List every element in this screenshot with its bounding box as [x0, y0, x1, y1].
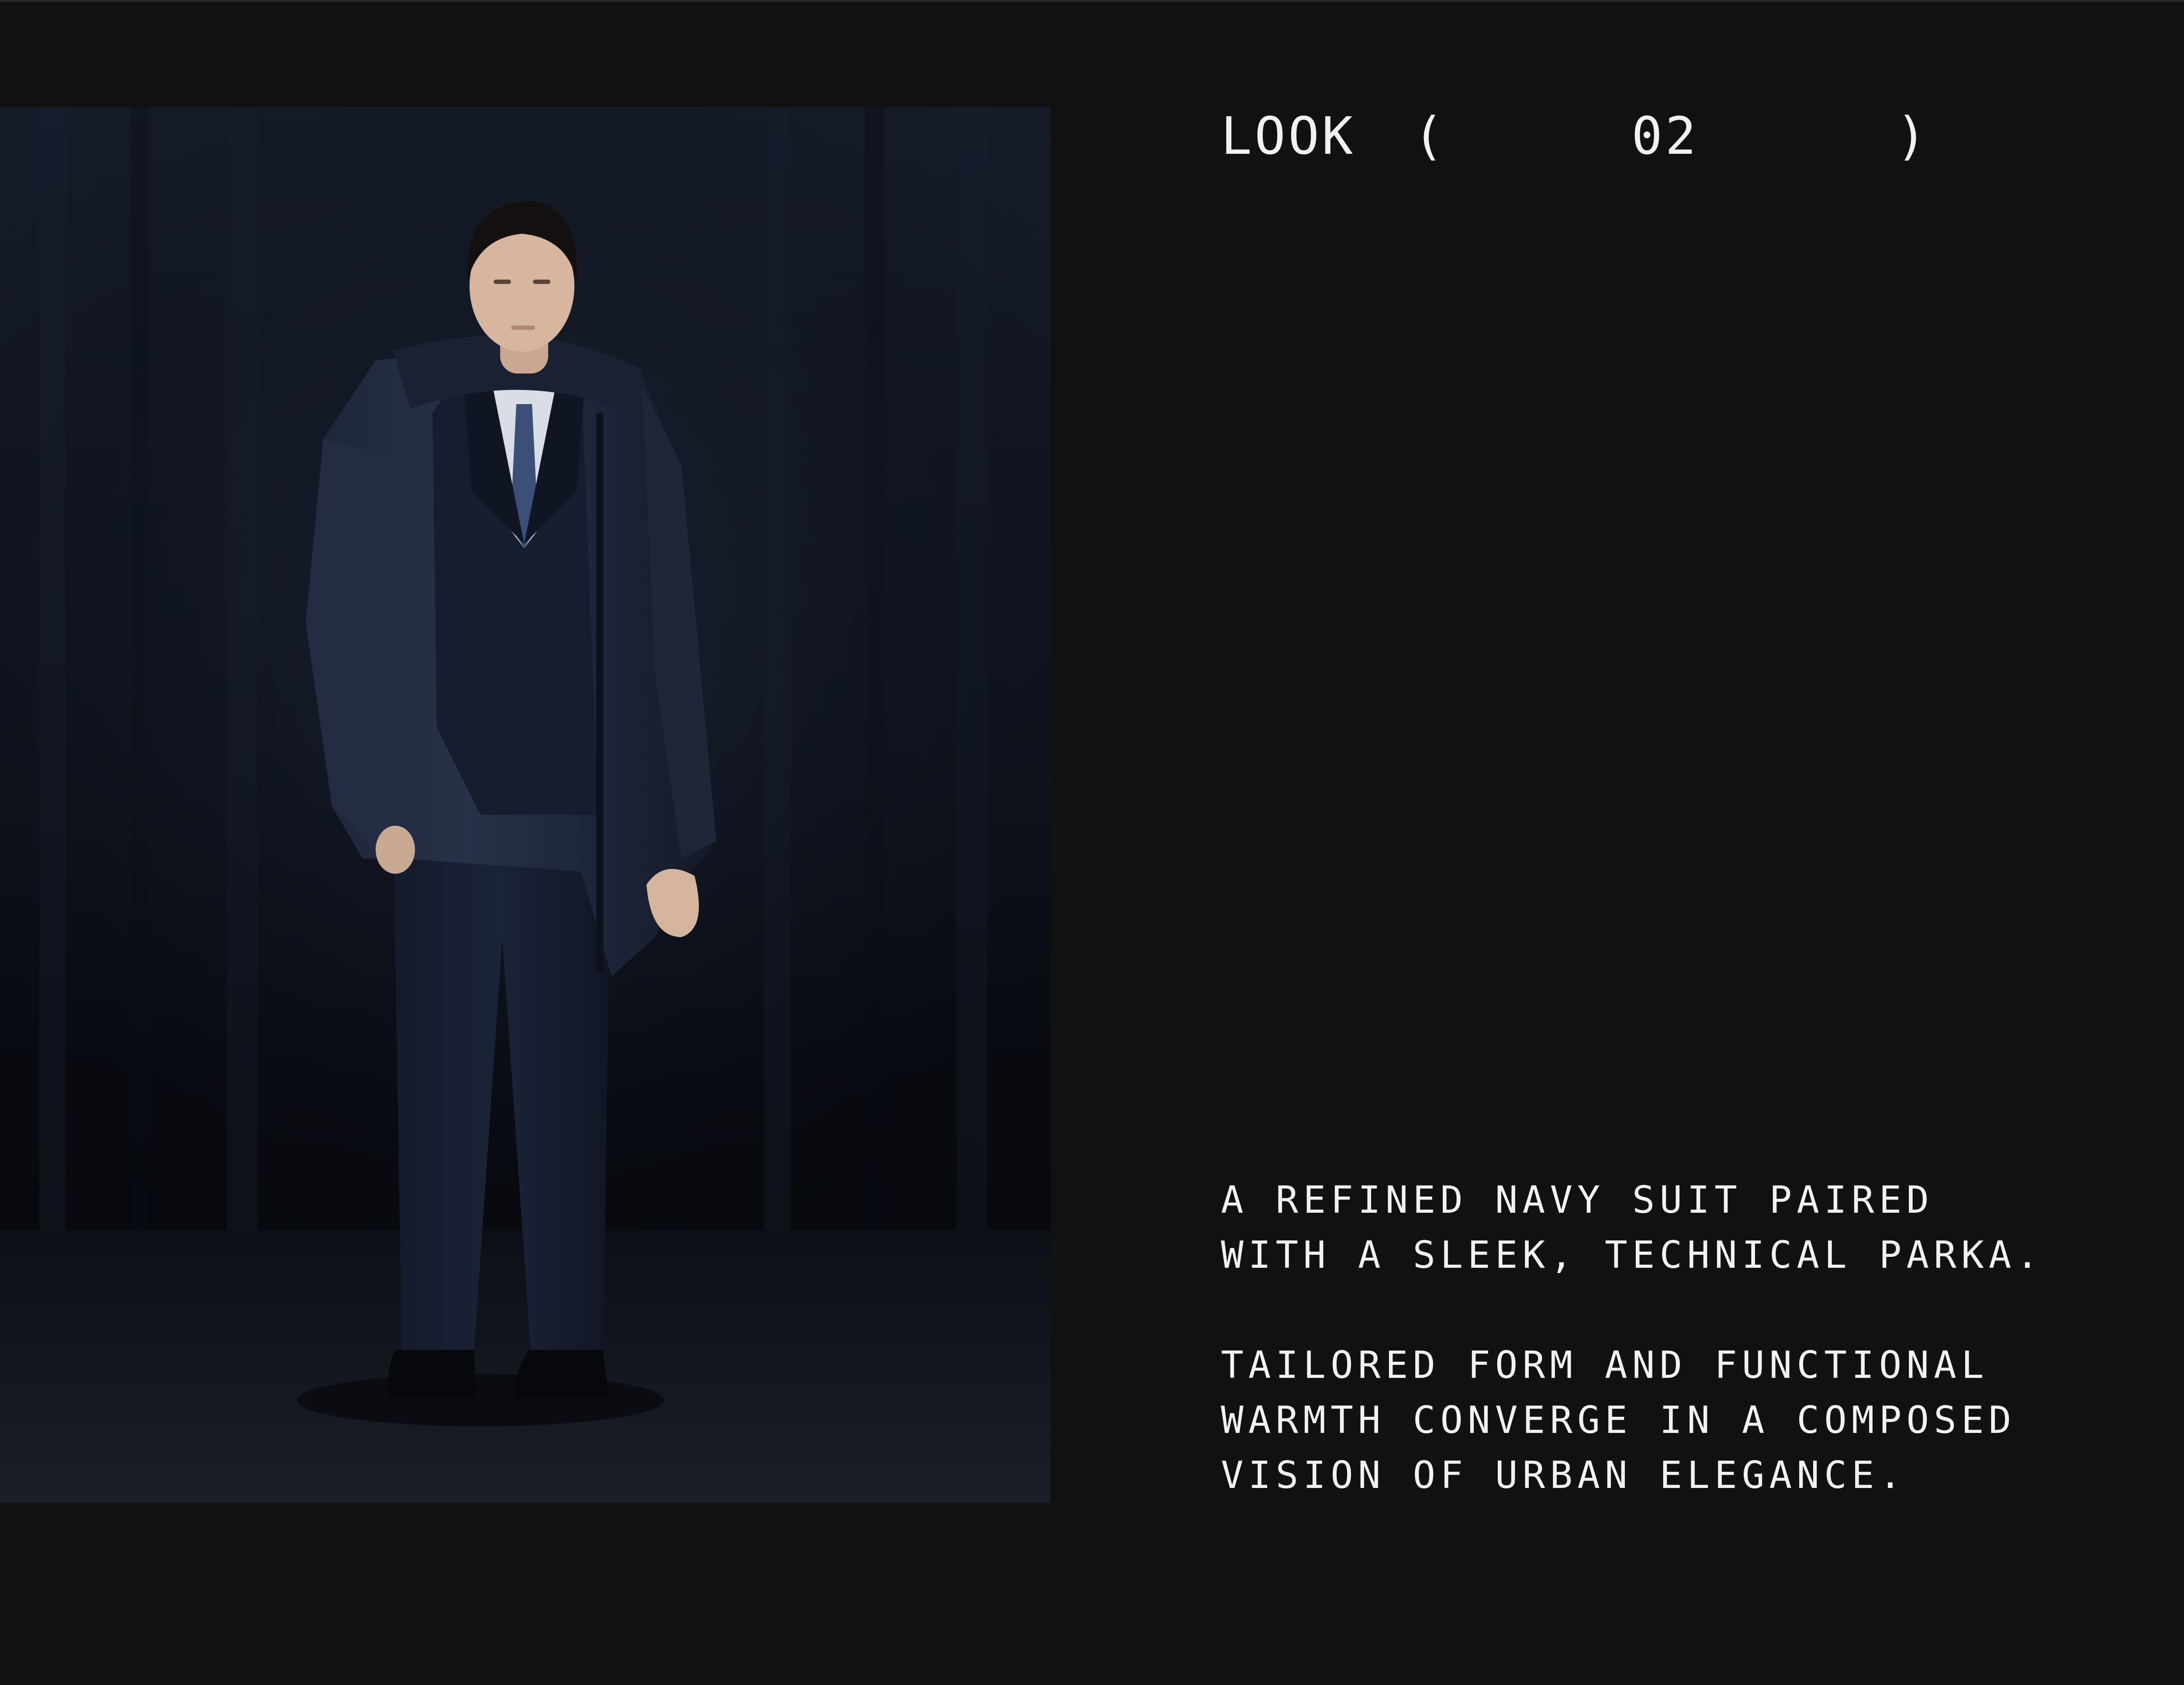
lookbook-page: LOOK ( 02 ) A REFINED NAVY SUIT PAIRED W… [0, 0, 2184, 1685]
description-line: A REFINED NAVY SUIT PAIRED [1221, 1178, 1934, 1222]
look-number: 02 [1631, 106, 1699, 166]
description-line: WARMTH CONVERGE IN A COMPOSED [1221, 1398, 2016, 1442]
description-line: VISION OF URBAN ELEGANCE. [1221, 1453, 1907, 1497]
look-open-paren: ( [1413, 106, 1447, 166]
description-line: WITH A SLEEK, TECHNICAL PARKA. [1221, 1233, 2044, 1277]
description-line: TAILORED FORM AND FUNCTIONAL [1221, 1343, 1989, 1387]
look-close-paren: ) [1896, 106, 1930, 166]
look-label: LOOK [1221, 106, 1356, 166]
description-paragraph-2: TAILORED FORM AND FUNCTIONAL WARMTH CONV… [1221, 1338, 2051, 1503]
description-paragraph-1: A REFINED NAVY SUIT PAIRED WITH A SLEEK,… [1221, 1173, 2051, 1283]
look-heading: LOOK ( 02 ) [1221, 103, 1942, 169]
look-photo [0, 107, 1051, 1503]
top-rule [0, 0, 2184, 2]
